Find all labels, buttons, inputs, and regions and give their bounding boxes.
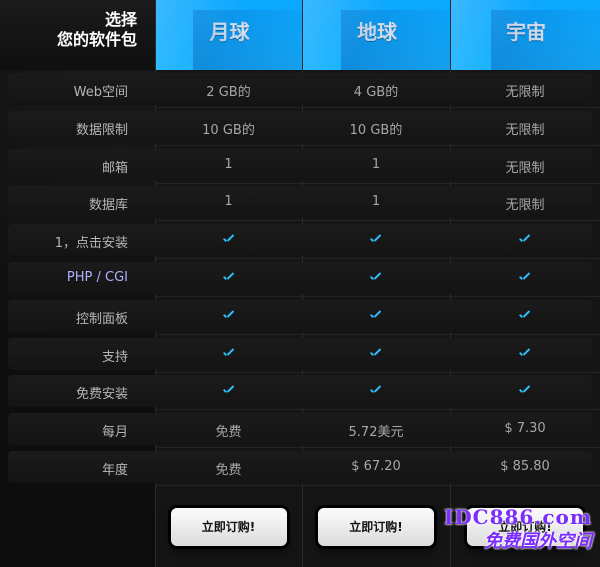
row-label: Web空间 [73, 85, 128, 100]
row-value: $ 7.30 [504, 421, 546, 436]
checkmark-icon [369, 272, 383, 282]
row-separator [155, 183, 600, 184]
order-button-earth[interactable]: 立即订购! [318, 508, 434, 546]
row-value: 1 [224, 194, 233, 209]
row-separator [155, 258, 600, 259]
plan-title-earth: 地球 [357, 20, 397, 44]
row-label: 1，点击安装 [54, 236, 128, 251]
row-value: 10 GB的 [202, 123, 255, 138]
checkmark-icon [369, 385, 383, 395]
row-separator [155, 409, 600, 410]
row-value: 无限制 [505, 198, 545, 213]
row-value: 1 [371, 157, 381, 172]
row-value [302, 270, 450, 285]
row-value: 2 GB的 [206, 85, 251, 100]
row-separator [155, 372, 600, 373]
header-title-line2: 您的软件包 [56, 30, 137, 49]
row-label: 控制面板 [75, 312, 128, 327]
checkmark-icon [222, 234, 236, 244]
row-separator [155, 447, 600, 448]
plan-header-moon: 月球 [156, 0, 303, 70]
watermark-line1: IDC886.com [443, 505, 592, 529]
row-separator [155, 145, 600, 146]
row-label: 邮箱 [101, 161, 128, 176]
row-value: $ 67.20 [351, 459, 401, 474]
row-value [302, 232, 450, 247]
row-value [302, 346, 450, 361]
row-value: 10 GB的 [349, 123, 403, 138]
row-value [302, 308, 450, 323]
row-label: PHP / CGI [66, 270, 128, 285]
checkmark-icon [518, 234, 532, 244]
checkmark-icon [222, 272, 236, 282]
row-label: 支持 [101, 350, 128, 365]
row-separator [155, 485, 600, 486]
row-label: 免费安装 [75, 387, 128, 402]
row-value [450, 383, 600, 398]
row-label: 每月 [101, 425, 128, 440]
row-value [450, 232, 600, 247]
row-value [155, 308, 302, 323]
header-title: 选择 您的软件包 [7, 10, 137, 50]
checkmark-icon [369, 348, 383, 358]
checkmark-icon [518, 385, 532, 395]
checkmark-icon [518, 348, 532, 358]
row-value: 1 [224, 157, 233, 172]
row-separator [155, 296, 600, 297]
row-value: 免费 [215, 425, 242, 440]
checkmark-icon [518, 272, 532, 282]
order-button-moon[interactable]: 立即订购! [170, 508, 287, 546]
plan-title-universe: 宇宙 [506, 20, 546, 44]
buy-area-earth: 立即订购! [302, 498, 450, 558]
row-value [155, 383, 302, 398]
row-value [302, 383, 450, 398]
row-value: 无限制 [505, 161, 545, 176]
row-value: 无限制 [505, 85, 545, 100]
row-value: 1 [371, 194, 381, 209]
row-value [155, 232, 302, 247]
plan-title-moon: 月球 [209, 20, 250, 44]
header-left-panel: 选择 您的软件包 [0, 0, 155, 70]
row-label: 数据库 [88, 198, 128, 213]
row-value [155, 346, 302, 361]
row-separator [155, 334, 600, 335]
checkmark-icon [369, 310, 383, 320]
plan-header-earth: 地球 [303, 0, 451, 70]
header-title-line1: 选择 [104, 10, 137, 29]
row-value [450, 270, 600, 285]
row-value [155, 270, 302, 285]
checkmark-icon [518, 310, 532, 320]
checkmark-icon [222, 310, 236, 320]
row-value: 免费 [215, 463, 242, 478]
plan-header-universe: 宇宙 [451, 0, 600, 70]
checkmark-icon [222, 348, 236, 358]
watermark-line2: 免费国外空间 [484, 531, 592, 552]
row-value: 5.72美元 [348, 425, 404, 440]
row-value: 4 GB的 [353, 85, 399, 100]
row-value [450, 346, 600, 361]
row-separator [155, 107, 600, 108]
row-value: 无限制 [505, 123, 545, 138]
row-value: $ 85.80 [500, 459, 550, 474]
row-label: 数据限制 [75, 123, 128, 138]
row-separator [155, 220, 600, 221]
row-label: 年度 [101, 463, 128, 478]
watermark: IDC886.com 免费国外空间 [444, 505, 592, 553]
checkmark-icon [222, 385, 236, 395]
buy-area-moon: 立即订购! [155, 498, 302, 558]
row-value [450, 308, 600, 323]
checkmark-icon [369, 234, 383, 244]
